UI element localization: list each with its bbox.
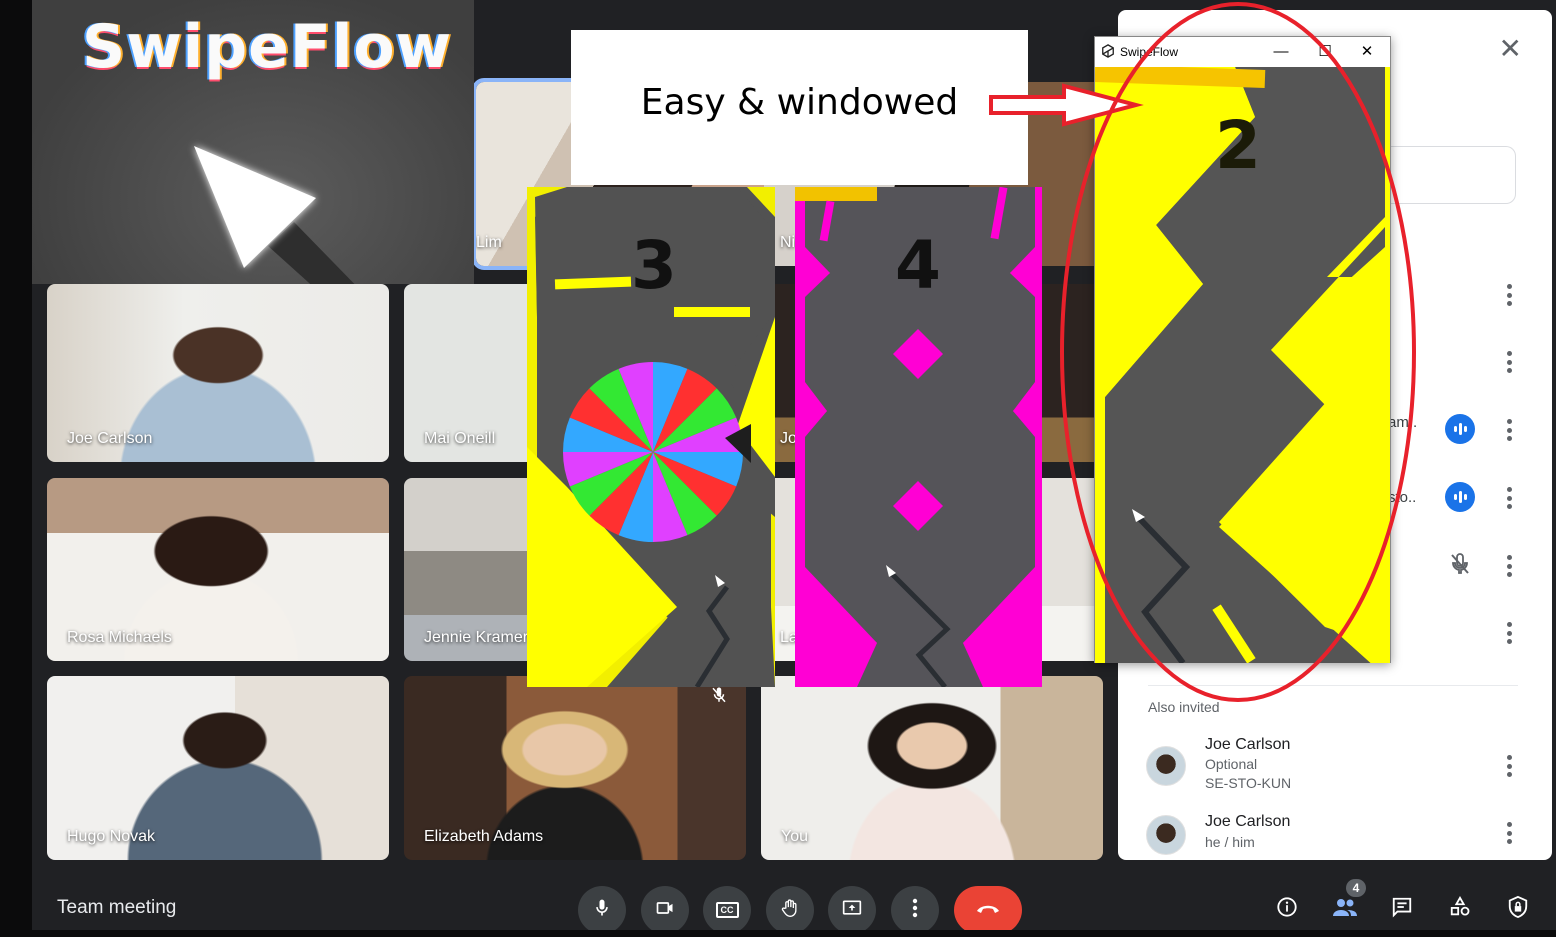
- end-call-icon: [975, 901, 1001, 919]
- tile-name: Ni: [780, 234, 796, 251]
- left-border: [0, 0, 32, 937]
- swipeflow-window[interactable]: SwipeFlow — ☐ ✕ 2: [1094, 36, 1391, 663]
- speaking-indicator-icon: [1445, 482, 1475, 512]
- tile-name: Mai Oneill: [424, 430, 496, 447]
- speaking-indicator-icon: [1445, 414, 1475, 444]
- mic-off-icon: [710, 686, 732, 708]
- score-label: 2: [1215, 107, 1261, 184]
- shapes-icon: [1449, 895, 1471, 923]
- divider: [1148, 685, 1518, 686]
- tile-name: You: [781, 828, 808, 845]
- info-icon: [1276, 896, 1298, 923]
- bottom-border: [0, 930, 1556, 937]
- game-screenshot-level-3: 3: [527, 187, 775, 687]
- mic-toggle-button[interactable]: [578, 886, 626, 934]
- more-options-button[interactable]: [1506, 351, 1512, 373]
- more-icon: [912, 898, 918, 923]
- host-controls-button[interactable]: [1503, 894, 1533, 924]
- barrier: [674, 307, 750, 317]
- video-tile[interactable]: Joe Carlson: [47, 284, 389, 462]
- end-call-button[interactable]: [954, 886, 1022, 934]
- people-button[interactable]: [1330, 894, 1360, 924]
- hand-icon: [780, 897, 800, 924]
- more-options-button[interactable]: [1506, 755, 1512, 777]
- more-options-button[interactable]: [1506, 419, 1512, 441]
- maximize-button[interactable]: ☐: [1313, 41, 1337, 63]
- person-detail: he / him: [1205, 834, 1255, 850]
- tile-name: Elizabeth Adams: [424, 828, 544, 845]
- meeting-title: Team meeting: [57, 897, 177, 918]
- more-options-button[interactable]: [1506, 822, 1512, 844]
- present-screen-button[interactable]: [828, 886, 876, 934]
- person-name: Joe Carlson: [1205, 813, 1291, 830]
- participant-name-truncated: am..: [1388, 414, 1418, 431]
- activities-button[interactable]: [1445, 894, 1475, 924]
- avatar: [1146, 746, 1186, 786]
- video-tile[interactable]: Rosa Michaels: [47, 478, 389, 661]
- score-label: 4: [895, 227, 941, 304]
- people-count-badge: 4: [1346, 879, 1366, 897]
- chat-button[interactable]: [1387, 894, 1417, 924]
- people-icon: [1332, 897, 1358, 922]
- swipeflow-logo-panel: SwipeFlow: [32, 0, 474, 284]
- also-invited-heading: Also invited: [1148, 699, 1220, 715]
- video-tile[interactable]: You: [761, 676, 1103, 860]
- minimize-button[interactable]: —: [1269, 41, 1293, 63]
- tile-name: Hugo Novak: [67, 828, 156, 845]
- captions-icon: CC: [715, 902, 739, 918]
- microphone-icon: [592, 898, 612, 923]
- score-label: 3: [631, 227, 677, 304]
- more-options-button[interactable]: [1506, 555, 1512, 577]
- camera-icon: [654, 898, 676, 923]
- window-title: SwipeFlow: [1120, 45, 1179, 59]
- tile-name: Joe Carlson: [67, 430, 153, 447]
- video-tile[interactable]: Elizabeth Adams: [404, 676, 746, 860]
- window-titlebar[interactable]: SwipeFlow — ☐ ✕: [1095, 37, 1390, 67]
- captions-button[interactable]: CC: [703, 886, 751, 934]
- more-options-button[interactable]: [1506, 487, 1512, 509]
- game-screenshot-level-2: 2: [1095, 67, 1390, 663]
- shield-lock-icon: [1507, 895, 1529, 924]
- camera-toggle-button[interactable]: [641, 886, 689, 934]
- close-window-button[interactable]: ✕: [1355, 41, 1379, 63]
- caption-box: Easy & windowed: [571, 30, 1028, 185]
- more-options-button[interactable]: [1506, 284, 1512, 306]
- barrier: [795, 187, 877, 201]
- mic-off-icon: [1448, 552, 1472, 581]
- participant-name-truncated: sto..: [1388, 489, 1417, 506]
- raise-hand-button[interactable]: [766, 886, 814, 934]
- chat-icon: [1391, 896, 1413, 923]
- invited-person[interactable]: Joe Carlson he / him: [1146, 813, 1526, 857]
- invited-person[interactable]: Joe Carlson Optional SE-STO-KUN: [1146, 736, 1526, 796]
- arrow-cursor-icon: [194, 146, 355, 284]
- present-icon: [841, 898, 863, 923]
- tile-name: Rosa Michaels: [67, 629, 172, 646]
- person-detail: SE-STO-KUN: [1205, 775, 1292, 791]
- unity-icon: [1101, 43, 1115, 61]
- meeting-details-button[interactable]: [1272, 894, 1302, 924]
- tile-name: Jennie Kramer: [424, 629, 529, 646]
- person-name: Joe Carlson: [1205, 736, 1291, 753]
- video-tile[interactable]: Hugo Novak: [47, 676, 389, 860]
- more-options-button[interactable]: [1506, 622, 1512, 644]
- person-detail: Optional: [1205, 756, 1258, 772]
- meet-window: Lim Ni Joe Carlson Mai Oneill Jo Rosa Mi…: [0, 0, 1556, 937]
- tile-name: Lim: [476, 234, 502, 251]
- game-screenshot-level-4: 4: [795, 187, 1042, 687]
- avatar: [1146, 815, 1186, 855]
- caption-text: Easy & windowed: [640, 82, 959, 123]
- more-options-button[interactable]: [891, 886, 939, 934]
- close-panel-button[interactable]: ✕: [1499, 32, 1522, 65]
